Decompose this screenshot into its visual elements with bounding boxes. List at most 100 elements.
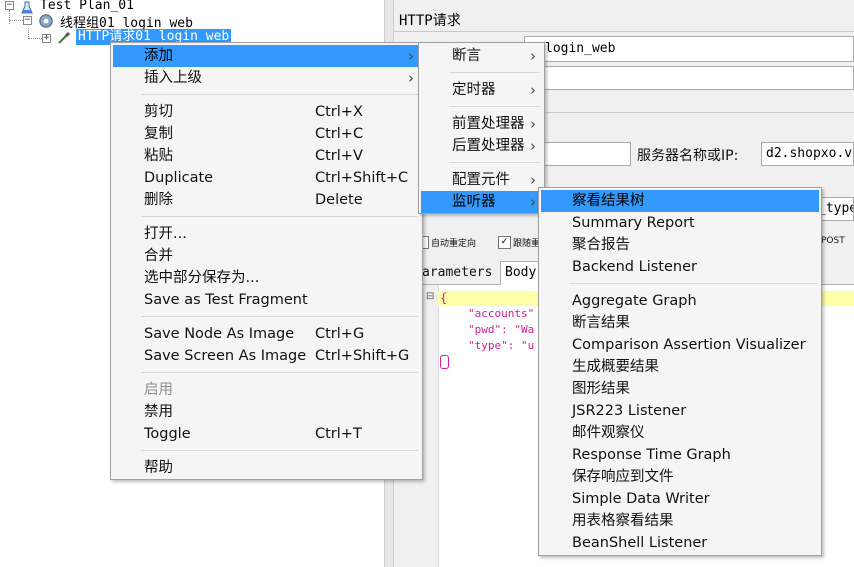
listener-submenu-item-1-6[interactable]: 邮件观察仪 <box>541 422 819 444</box>
add-submenu-item-label: 后置处理器 <box>452 138 525 154</box>
submenu-arrow-icon: › <box>530 193 536 211</box>
listener-submenu-item-summary-report[interactable]: Summary Report <box>541 212 819 234</box>
listener-submenu-item-1-4[interactable]: 图形结果 <box>541 378 819 400</box>
context-menu-item-label: 选中部分保存为... <box>144 270 260 286</box>
add-submenu-item-0-0[interactable]: 断言 › <box>421 45 542 67</box>
listener-submenu-item-label: Backend Listener <box>572 259 697 275</box>
title-divider <box>394 31 854 32</box>
tab-body-data[interactable]: Body <box>500 261 542 285</box>
add-submenu-item-label: 断言 <box>452 48 481 64</box>
shortcut-hint: Ctrl+Shift+C <box>315 170 409 186</box>
thread-group-gear-icon <box>38 13 54 29</box>
context-menu-item-duplicate[interactable]: Duplicate Ctrl+Shift+C <box>113 167 420 189</box>
context-menu-item-2-2[interactable]: 选中部分保存为... <box>113 267 420 289</box>
listener-submenu-item-label: 图形结果 <box>572 381 630 397</box>
context-menu-item-label: 删除 <box>144 192 173 208</box>
listener-submenu-item-label: 断言结果 <box>572 315 630 331</box>
context-menu-item-label: Toggle <box>144 426 191 442</box>
body-line-3: "pwd": "Wa <box>468 323 535 336</box>
listener-submenu-item-beanshell-listener[interactable]: BeanShell Listener <box>541 532 819 554</box>
context-menu-item-1-1[interactable]: 复制 Ctrl+C <box>113 123 420 145</box>
submenu-arrow-icon: › <box>408 69 414 87</box>
shortcut-hint: Ctrl+G <box>315 326 365 342</box>
http-sampler-pipette-icon <box>56 30 72 46</box>
server-field[interactable]: d2.shopxo.v <box>761 142 854 166</box>
listener-submenu-item-label: 保存响应到文件 <box>572 469 674 485</box>
menu-separator <box>449 106 540 107</box>
listener-submenu-item-0-0[interactable]: 察看结果树 <box>541 190 819 212</box>
listener-submenu-item-jsr223-listener[interactable]: JSR223 Listener <box>541 400 819 422</box>
add-submenu: 断言 › 定时器 › 前置处理器 › 后置处理器 › 配置元件 › 监听器 › <box>418 42 545 214</box>
context-menu-item-label: 禁用 <box>144 404 173 420</box>
name-field-value: login_web <box>545 41 616 56</box>
shortcut-hint: Ctrl+C <box>315 126 364 142</box>
context-menu-item-5-0[interactable]: 帮助 <box>113 457 420 479</box>
shortcut-hint: Ctrl+V <box>315 148 363 164</box>
context-menu-item-label: 插入上级 <box>144 70 202 86</box>
fold-marker[interactable]: ⊟ <box>426 291 434 302</box>
add-submenu-item-3-0[interactable]: 配置元件 › <box>421 169 542 191</box>
add-submenu-item-2-1[interactable]: 后置处理器 › <box>421 135 542 157</box>
protocol-field[interactable] <box>544 142 631 166</box>
comment-field[interactable] <box>524 66 854 90</box>
add-submenu-item-3-1[interactable]: 监听器 › <box>421 191 542 213</box>
field-suffix-text: _type <box>818 201 854 216</box>
context-menu-item-label: 合并 <box>144 248 173 264</box>
context-menu-item-label: 添加 <box>144 48 173 64</box>
name-field[interactable]: login_web <box>524 36 854 62</box>
context-menu-item-2-0[interactable]: 打开... <box>113 223 420 245</box>
listener-submenu-item-label: Summary Report <box>572 215 695 231</box>
context-menu-item-1-0[interactable]: 剪切 Ctrl+X <box>113 101 420 123</box>
body-line-1: { <box>440 291 448 305</box>
menu-separator <box>141 316 418 317</box>
menu-separator <box>449 162 540 163</box>
listener-submenu-item-response-time-graph[interactable]: Response Time Graph <box>541 444 819 466</box>
listener-submenu-item-1-10[interactable]: 用表格察看结果 <box>541 510 819 532</box>
listener-submenu-item-0-2[interactable]: 聚合报告 <box>541 234 819 256</box>
context-menu-item-save-screen-as-image[interactable]: Save Screen As Image Ctrl+Shift+G <box>113 345 420 367</box>
server-label: 服务器名称或IP: <box>637 148 739 164</box>
context-menu-item-label: 帮助 <box>144 460 173 476</box>
context-menu-item-4-1[interactable]: 禁用 <box>113 401 420 423</box>
listener-submenu-item-1-8[interactable]: 保存响应到文件 <box>541 466 819 488</box>
listener-submenu-item-simple-data-writer[interactable]: Simple Data Writer <box>541 488 819 510</box>
context-menu-item-4-0[interactable]: 启用 <box>113 379 420 401</box>
collapse-toggle-plan[interactable]: − <box>5 1 14 10</box>
listener-submenu-item-backend-listener[interactable]: Backend Listener <box>541 256 819 278</box>
context-menu-item-label: 粘贴 <box>144 148 173 164</box>
expand-toggle-sampler[interactable]: + <box>42 34 51 43</box>
context-menu-item-0-1[interactable]: 插入上级 › <box>113 67 420 89</box>
follow-redirect-checkbox[interactable]: ✓ <box>498 236 511 249</box>
listener-submenu-item-1-1[interactable]: 断言结果 <box>541 312 819 334</box>
context-menu-item-label: Duplicate <box>144 170 214 186</box>
tab-parameters[interactable]: arameters <box>422 265 492 280</box>
context-menu-item-1-2[interactable]: 粘贴 Ctrl+V <box>113 145 420 167</box>
add-submenu-item-2-0[interactable]: 前置处理器 › <box>421 113 542 135</box>
listener-submenu-item-label: BeanShell Listener <box>572 535 708 551</box>
context-menu-item-1-4[interactable]: 删除 Delete <box>113 189 420 211</box>
tree-connector-line <box>9 20 23 22</box>
listener-submenu-item-label: 生成概要结果 <box>572 359 659 375</box>
follow-redirect-label: 跟随重 <box>513 239 541 249</box>
submenu-arrow-icon: › <box>530 137 536 155</box>
tree-connector-line <box>28 38 42 40</box>
context-menu-item-save-as-test-fragment[interactable]: Save as Test Fragment <box>113 289 420 311</box>
submenu-arrow-icon: › <box>408 47 414 65</box>
context-menu-item-save-node-as-image[interactable]: Save Node As Image Ctrl+G <box>113 323 420 345</box>
listener-submenu-item-comparison-assertion-visualizer[interactable]: Comparison Assertion Visualizer <box>541 334 819 356</box>
context-menu-item-toggle[interactable]: Toggle Ctrl+T <box>113 423 420 445</box>
listener-submenu-item-aggregate-graph[interactable]: Aggregate Graph <box>541 290 819 312</box>
context-menu-item-2-1[interactable]: 合并 <box>113 245 420 267</box>
add-submenu-item-1-0[interactable]: 定时器 › <box>421 79 542 101</box>
auto-redirect-label: 自动重定向 <box>431 239 477 249</box>
listener-submenu: 察看结果树 Summary Report 聚合报告 Backend Listener A… <box>538 187 822 556</box>
menu-separator <box>141 216 418 217</box>
menu-separator <box>141 372 418 373</box>
context-menu: 添加 › 插入上级 › 剪切 Ctrl+X 复制 Ctrl+C 粘贴 Ctrl+V Duplicat… <box>110 42 423 480</box>
menu-separator <box>569 283 817 284</box>
context-menu-item-0-0[interactable]: 添加 › <box>113 45 420 67</box>
listener-submenu-item-1-3[interactable]: 生成概要结果 <box>541 356 819 378</box>
listener-submenu-item-label: 聚合报告 <box>572 237 630 253</box>
collapse-toggle-thread-group[interactable]: − <box>23 16 32 25</box>
context-menu-item-label: 打开... <box>144 226 187 242</box>
